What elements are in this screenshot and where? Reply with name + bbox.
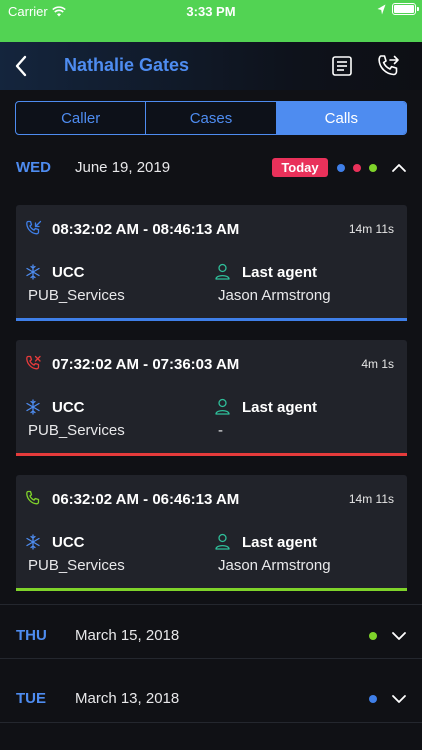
divider bbox=[0, 658, 422, 659]
day-label: WED bbox=[16, 159, 51, 176]
status-time: 3:33 PM bbox=[186, 4, 236, 19]
status-bar: Carrier 3:33 PM bbox=[0, 0, 422, 42]
queue-name: PUB_Services bbox=[28, 422, 125, 439]
agent-label: Last agent bbox=[242, 534, 318, 551]
document-icon[interactable] bbox=[330, 54, 354, 78]
page-title: Nathalie Gates bbox=[64, 55, 190, 75]
person-icon bbox=[215, 398, 230, 415]
day-label: THU bbox=[16, 627, 47, 644]
queue-label: UCC bbox=[52, 264, 85, 281]
today-badge: Today bbox=[272, 158, 328, 177]
person-icon bbox=[215, 263, 230, 280]
divider bbox=[0, 604, 422, 605]
status-accent-bar bbox=[16, 318, 407, 321]
status-dot bbox=[353, 164, 361, 172]
snowflake-icon bbox=[26, 264, 40, 280]
agent-label: Last agent bbox=[242, 264, 318, 281]
status-accent-bar bbox=[16, 588, 407, 591]
location-arrow-icon bbox=[377, 4, 386, 14]
tab-caller[interactable]: Caller bbox=[16, 102, 147, 134]
status-dot bbox=[369, 632, 377, 640]
person-icon bbox=[215, 533, 230, 550]
chevron-down-icon[interactable] bbox=[391, 628, 407, 644]
status-accent-bar bbox=[16, 453, 407, 456]
agent-label: Last agent bbox=[242, 399, 318, 416]
status-dot bbox=[369, 695, 377, 703]
day-date: March 15, 2018 bbox=[75, 627, 180, 644]
queue-label: UCC bbox=[52, 534, 85, 551]
call-duration: 14m 11s bbox=[348, 492, 394, 506]
tab-cases[interactable]: Cases bbox=[146, 102, 277, 134]
day-date: June 19, 2019 bbox=[75, 159, 171, 176]
nav-header: Nathalie Gates bbox=[0, 42, 422, 90]
day-label: TUE bbox=[16, 690, 46, 707]
queue-label: UCC bbox=[52, 399, 85, 416]
tab-bar: Caller Cases Calls bbox=[15, 101, 407, 135]
phone-icon bbox=[26, 490, 40, 505]
chevron-left-icon[interactable] bbox=[10, 54, 34, 78]
battery-icon bbox=[392, 3, 419, 15]
phone-forward-icon[interactable] bbox=[375, 53, 401, 79]
status-icons bbox=[377, 3, 419, 15]
agent-name: - bbox=[218, 422, 223, 439]
agent-name: Jason Armstrong bbox=[218, 557, 331, 574]
call-time-range: 08:32:02 AM - 08:46:13 AM bbox=[52, 221, 240, 238]
day-header[interactable]: WED June 19, 2019 Today bbox=[0, 151, 422, 183]
agent-name: Jason Armstrong bbox=[218, 287, 331, 304]
call-time-range: 06:32:02 AM - 06:46:13 AM bbox=[52, 491, 240, 508]
call-card[interactable]: 08:32:02 AM - 08:46:13 AM 14m 11s UCC PU… bbox=[16, 205, 407, 321]
call-card[interactable]: 06:32:02 AM - 06:46:13 AM 14m 11s UCC PU… bbox=[16, 475, 407, 591]
day-header[interactable]: TUE March 13, 2018 bbox=[0, 682, 422, 714]
call-time-range: 07:32:02 AM - 07:36:03 AM bbox=[52, 356, 240, 373]
snowflake-icon bbox=[26, 534, 40, 550]
status-dot bbox=[337, 164, 345, 172]
divider bbox=[0, 722, 422, 723]
status-dot bbox=[369, 164, 377, 172]
queue-name: PUB_Services bbox=[28, 287, 125, 304]
day-date: March 13, 2018 bbox=[75, 690, 180, 707]
chevron-up-icon[interactable] bbox=[391, 160, 407, 176]
queue-name: PUB_Services bbox=[28, 557, 125, 574]
call-card[interactable]: 07:32:02 AM - 07:36:03 AM 4m 1s UCC PUB_… bbox=[16, 340, 407, 456]
call-duration: 14m 11s bbox=[348, 222, 394, 236]
call-duration: 4m 1s bbox=[361, 357, 394, 371]
phone-incoming-icon bbox=[26, 220, 42, 235]
day-header[interactable]: THU March 15, 2018 bbox=[0, 619, 422, 651]
tab-calls[interactable]: Calls bbox=[276, 102, 406, 134]
phone-missed-icon bbox=[26, 355, 41, 370]
chevron-down-icon[interactable] bbox=[391, 691, 407, 707]
snowflake-icon bbox=[26, 399, 40, 415]
